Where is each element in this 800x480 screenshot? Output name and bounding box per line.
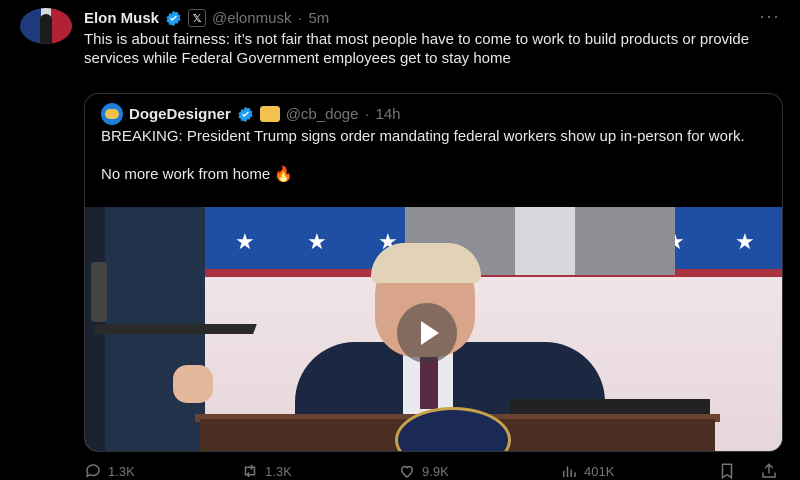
reply-button[interactable]: 1.3K — [84, 462, 135, 480]
tweet-actions: 1.3K 1.3K 9.9K 401K — [84, 462, 784, 480]
bar-chart-icon — [563, 466, 576, 477]
verified-badge-icon — [166, 10, 181, 26]
quote-header: DogeDesigner @cb_doge · 14h — [101, 103, 401, 125]
author-name[interactable]: Elon Musk — [84, 10, 159, 27]
star-icon: ★ — [235, 229, 255, 254]
more-dots-icon[interactable]: ··· — [759, 6, 780, 27]
bookmark-button[interactable] — [718, 462, 736, 480]
quote-avatar[interactable] — [101, 103, 123, 125]
folder — [93, 324, 257, 334]
author-avatar[interactable] — [20, 8, 72, 44]
retweet-icon — [244, 464, 256, 478]
verified-badge-icon — [238, 106, 253, 122]
retweet-button[interactable]: 1.3K — [241, 462, 292, 480]
left-person — [85, 207, 257, 451]
quoted-tweet[interactable]: DogeDesigner @cb_doge · 14h BREAKING: Pr… — [84, 93, 783, 452]
x-affiliation-icon: 𝕏 — [188, 9, 207, 27]
share-button[interactable] — [760, 462, 778, 480]
views-count: 401K — [584, 463, 615, 479]
quote-text-line: No more work from home 🔥 — [101, 166, 294, 183]
dot-separator: · — [297, 9, 303, 27]
author-handle[interactable]: @elonmusk — [212, 10, 291, 27]
quote-text-line: BREAKING: President Trump signs order ma… — [101, 128, 745, 145]
tweet-text: This is about fairness: it’s not fair th… — [84, 31, 750, 67]
quote-author-name[interactable]: DogeDesigner — [129, 106, 231, 123]
hand — [173, 365, 213, 403]
bookmark-icon — [721, 463, 733, 480]
quote-time[interactable]: 14h — [375, 106, 400, 123]
quote-text: BREAKING: President Trump signs order ma… — [101, 127, 761, 184]
star-icon: ★ — [735, 229, 755, 254]
views-button[interactable]: 401K — [560, 462, 614, 480]
doge-affiliation-icon — [259, 106, 280, 122]
tweet-header: Elon Musk 𝕏 @elonmusk · 5m — [84, 9, 329, 27]
tweet[interactable]: Elon Musk 𝕏 @elonmusk · 5m ··· This is a… — [0, 0, 800, 480]
like-button[interactable]: 9.9K — [398, 462, 449, 480]
video-player[interactable]: ★ ★ ★ ★ ★ ★ — [85, 207, 782, 451]
microphone-icon — [91, 262, 107, 322]
share-icon — [762, 463, 776, 478]
play-button-icon[interactable] — [397, 303, 457, 363]
like-count: 9.9K — [422, 463, 449, 479]
tweet-time[interactable]: 5m — [308, 10, 329, 27]
dot-separator: · — [364, 105, 370, 123]
heart-icon — [400, 465, 414, 478]
quote-author-handle[interactable]: @cb_doge — [286, 106, 359, 123]
reply-icon — [85, 464, 100, 478]
reply-count: 1.3K — [108, 463, 135, 479]
retweet-count: 1.3K — [265, 463, 292, 479]
